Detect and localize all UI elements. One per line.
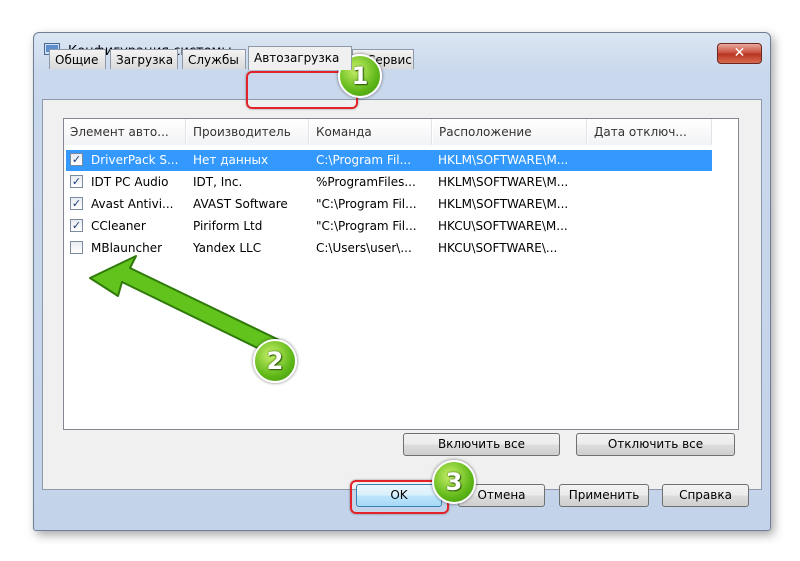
tab-label: Автозагрузка xyxy=(254,51,340,65)
item-location: HKCU\SOFTWARE\M... xyxy=(438,219,568,233)
item-location: HKLM\SOFTWARE\M... xyxy=(438,175,569,189)
item-vendor: AVAST Software xyxy=(193,197,288,211)
ok-button[interactable]: OK xyxy=(356,484,442,507)
help-button[interactable]: Справка xyxy=(662,484,749,507)
row-checkbox[interactable] xyxy=(70,241,83,254)
tab-label: Загрузка xyxy=(116,53,174,67)
tab-boot[interactable]: Загрузка xyxy=(110,49,178,69)
apply-button[interactable]: Применить xyxy=(559,484,649,507)
column-header-location[interactable]: Расположение xyxy=(433,119,587,145)
column-header-vendor[interactable]: Производитель xyxy=(187,119,309,145)
tab-label: Службы xyxy=(188,53,239,67)
item-command: C:\Users\user\... xyxy=(316,241,412,255)
row-checkbox[interactable]: ✓ xyxy=(70,153,83,166)
item-location: HKLM\SOFTWARE\M... xyxy=(438,153,569,167)
enable-all-button[interactable]: Включить все xyxy=(403,433,560,456)
item-vendor: IDT, Inc. xyxy=(193,175,243,189)
column-header-disabled-date[interactable]: Дата отключ... xyxy=(588,119,712,145)
table-row[interactable]: ✓ DriverPack S... Нет данных C:\Program … xyxy=(66,150,712,171)
step-3-badge: 3 xyxy=(432,460,476,504)
row-checkbox[interactable]: ✓ xyxy=(70,197,83,210)
item-location: HKCU\SOFTWARE\... xyxy=(438,241,558,255)
table-row[interactable]: ✓ IDT PC Audio IDT, Inc. %ProgramFiles..… xyxy=(66,172,712,193)
row-checkbox[interactable]: ✓ xyxy=(70,175,83,188)
item-location: HKLM\SOFTWARE\M... xyxy=(438,197,569,211)
item-name: DriverPack S... xyxy=(91,153,179,167)
item-command: "C:\Program Fil... xyxy=(316,197,417,211)
tab-general[interactable]: Общие xyxy=(49,49,106,69)
item-name: CCleaner xyxy=(91,219,146,233)
item-command: %ProgramFiles... xyxy=(316,175,416,189)
close-icon: ✕ xyxy=(733,45,746,61)
item-vendor: Piriform Ltd xyxy=(193,219,263,233)
disable-all-button[interactable]: Отключить все xyxy=(576,433,735,456)
column-header-command[interactable]: Команда xyxy=(310,119,432,145)
table-row[interactable]: ✓ CCleaner Piriform Ltd "C:\Program Fil.… xyxy=(66,216,712,237)
item-vendor: Нет данных xyxy=(193,153,269,167)
step-2-badge: 2 xyxy=(253,339,297,383)
tab-services[interactable]: Службы xyxy=(182,49,246,69)
item-name: Avast Antivi... xyxy=(91,197,174,211)
table-row[interactable]: ✓ Avast Antivi... AVAST Software "C:\Pro… xyxy=(66,194,712,215)
tab-label: Общие xyxy=(55,53,99,67)
item-command: C:\Program Fil... xyxy=(316,153,412,167)
tab-startup[interactable]: Автозагрузка xyxy=(248,46,352,70)
item-command: "C:\Program Fil... xyxy=(316,219,417,233)
item-name: IDT PC Audio xyxy=(91,175,169,189)
column-header-item[interactable]: Элемент авто... xyxy=(64,119,186,145)
close-button[interactable]: ✕ xyxy=(717,43,762,64)
row-checkbox[interactable]: ✓ xyxy=(70,219,83,232)
